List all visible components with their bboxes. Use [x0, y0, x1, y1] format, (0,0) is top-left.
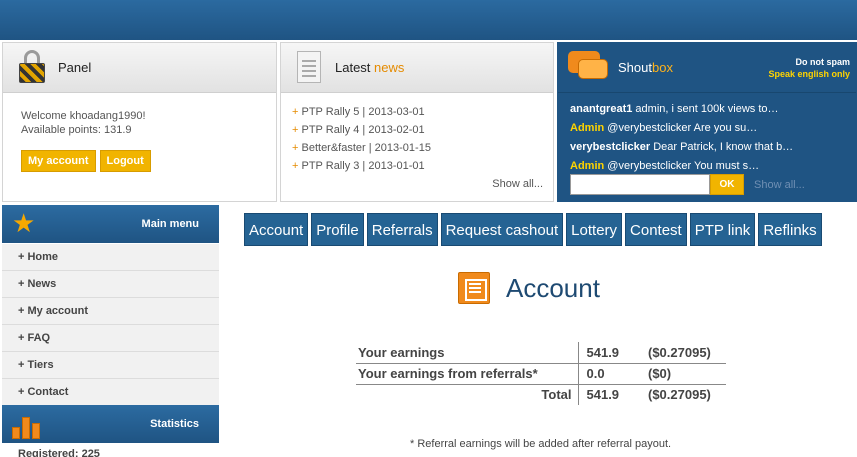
news-show-all-link[interactable]: Show all...: [492, 178, 543, 190]
shout-user[interactable]: Admin: [570, 122, 604, 134]
shout-user[interactable]: anantgreat1: [570, 103, 632, 115]
news-header: Latest news: [281, 43, 553, 93]
shout-message: verybestclicker Dear Patrick, I know tha…: [570, 141, 794, 153]
lock-icon: [19, 50, 45, 84]
tab-account[interactable]: Account: [244, 213, 309, 246]
bar-chart-icon: [12, 413, 42, 439]
panel-title: Panel: [58, 60, 92, 75]
shout-user[interactable]: Admin: [570, 160, 604, 172]
shout-show-all-link[interactable]: Show all...: [754, 179, 805, 191]
shoutbox-header: Shoutbox Do not spam Speak english only: [558, 43, 856, 93]
shout-user[interactable]: verybestclicker: [570, 141, 650, 153]
menu-item-news[interactable]: + News: [2, 271, 219, 298]
logout-button[interactable]: Logout: [99, 150, 151, 172]
tab-referrals[interactable]: Referrals: [366, 213, 438, 246]
news-item[interactable]: + PTP Rally 3 | 2013-01-01: [292, 157, 553, 175]
tab-lottery[interactable]: Lottery: [566, 213, 623, 246]
tab-request-cashout[interactable]: Request cashout: [440, 213, 564, 246]
main-menu: + Home + News + My account + FAQ + Tiers…: [2, 244, 219, 406]
news-title-accent: news: [374, 60, 405, 75]
menu-item-faq[interactable]: + FAQ: [2, 325, 219, 352]
shout-ok-button[interactable]: OK: [710, 174, 744, 195]
shoutbox-messages: anantgreat1 admin, i sent 100k views to……: [558, 93, 856, 176]
table-row: Your earnings 541.9 ($0.27095): [356, 342, 726, 364]
panel-header: Panel: [3, 43, 276, 93]
available-points: Available points: 131.9: [21, 124, 132, 136]
menu-item-contact[interactable]: + Contact: [2, 379, 219, 406]
table-row: Your earnings from referrals* 0.0 ($0): [356, 363, 726, 385]
shout-message: Admin @verybestclicker Are you su…: [570, 122, 758, 134]
account-heading: Account: [458, 272, 600, 304]
panel-box: Panel Welcome khoadang1990! Available po…: [2, 42, 277, 202]
tab-profile[interactable]: Profile: [311, 213, 364, 246]
statistics-title: Statistics: [150, 418, 199, 430]
statistics-header: Statistics: [2, 405, 219, 443]
news-item[interactable]: + PTP Rally 5 | 2013-03-01: [292, 103, 553, 121]
news-box: Latest news + PTP Rally 5 | 2013-03-01 +…: [280, 42, 554, 202]
menu-item-tiers[interactable]: + Tiers: [2, 352, 219, 379]
shoutbox-title: Shoutbox: [618, 60, 673, 75]
shout-input[interactable]: [570, 174, 710, 195]
main-menu-title: Main menu: [141, 218, 199, 230]
shoutbox: Shoutbox Do not spam Speak english only …: [557, 42, 857, 202]
news-list: + PTP Rally 5 | 2013-03-01 + PTP Rally 4…: [281, 93, 553, 175]
my-account-button[interactable]: My account: [21, 150, 96, 172]
account-card-icon: [458, 272, 490, 304]
page: Panel Welcome khoadang1990! Available po…: [0, 0, 857, 457]
news-item[interactable]: + Better&faster | 2013-01-15: [292, 139, 553, 157]
shoutbox-rules: Do not spam Speak english only: [768, 57, 850, 79]
table-row: Total 541.9 ($0.27095): [356, 384, 726, 405]
statistics-row: Registered: 225: [18, 448, 100, 457]
document-icon: [297, 51, 321, 83]
shout-message: anantgreat1 admin, i sent 100k views to…: [570, 103, 779, 115]
tab-ptp-link[interactable]: PTP link: [689, 213, 756, 246]
panel-body: Welcome khoadang1990! Available points: …: [3, 93, 276, 188]
main-menu-header: ★ Main menu: [2, 205, 219, 243]
menu-item-home[interactable]: + Home: [2, 244, 219, 271]
tab-reflinks[interactable]: Reflinks: [758, 213, 822, 246]
welcome-text: Welcome khoadang1990!: [21, 110, 146, 122]
referral-note: * Referral earnings will be added after …: [410, 438, 672, 450]
menu-item-my-account[interactable]: + My account: [2, 298, 219, 325]
earnings-table: Your earnings 541.9 ($0.27095) Your earn…: [356, 342, 726, 405]
news-title-main: Latest: [335, 60, 371, 75]
tab-contest[interactable]: Contest: [625, 213, 687, 246]
page-title: Account: [506, 272, 600, 303]
speech-bubble-icon: [568, 51, 608, 81]
news-title: Latest news: [335, 60, 404, 75]
star-icon: ★: [12, 208, 36, 238]
news-item[interactable]: + PTP Rally 4 | 2013-02-01: [292, 121, 553, 139]
account-tabs: Account Profile Referrals Request cashou…: [244, 213, 822, 246]
shout-form: OK Show all...: [570, 174, 805, 195]
top-banner: [0, 0, 857, 40]
